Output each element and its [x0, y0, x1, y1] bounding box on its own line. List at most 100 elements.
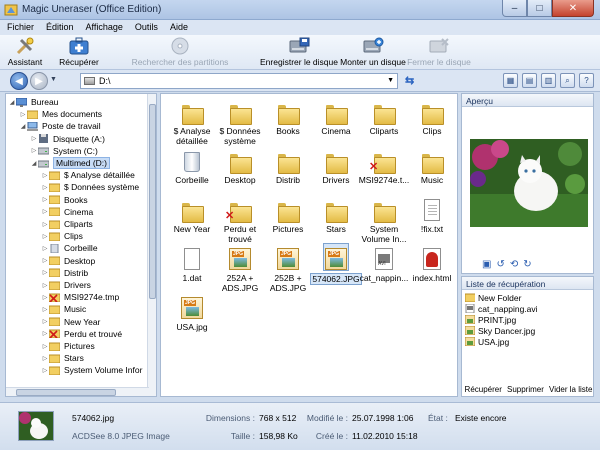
flip-icon[interactable]: ⟲ — [510, 259, 518, 270]
recover-list-button[interactable]: Récupérer — [465, 385, 502, 394]
menu-edit[interactable]: Édition — [39, 20, 79, 35]
expand-arrow-icon[interactable]: ▷ — [41, 294, 49, 301]
menu-tools[interactable]: Outils — [128, 20, 163, 35]
close-disk-button[interactable]: Fermer le disque — [407, 35, 471, 70]
path-dropdown-icon[interactable]: ▼ — [387, 77, 394, 84]
tree-horizontal-scrollbar[interactable] — [6, 387, 149, 396]
expand-arrow-icon[interactable]: ▷ — [30, 135, 38, 142]
save-disk-button[interactable]: Enregistrer le disque — [260, 35, 338, 70]
tree-item-analyse-d-taill-e[interactable]: ▷ $ Analyse détaillée — [41, 169, 135, 181]
tree-item-poste-de-travail[interactable]: ◢ Poste de travail — [19, 120, 101, 132]
file-item[interactable]: $ Analyse détaillée — [167, 97, 217, 146]
expand-arrow-icon[interactable]: ▷ — [30, 147, 38, 154]
file-item[interactable]: Desktop — [215, 146, 265, 185]
tree-item-stars[interactable]: ▷ Stars — [41, 352, 84, 364]
tree-item-system-volume-infor[interactable]: ▷ System Volume Infor — [41, 364, 143, 376]
expand-arrow-icon[interactable]: ▷ — [41, 355, 49, 362]
tree-item-corbeille[interactable]: ▷ Corbeille — [41, 242, 98, 254]
recovery-item[interactable]: Sky Dancer.jpg — [462, 325, 593, 336]
tree-item-books[interactable]: ▷ Books — [41, 194, 88, 206]
tree-item-cliparts[interactable]: ▷ Cliparts — [41, 218, 93, 230]
file-item[interactable]: JPG 252A + ADS.JPG — [215, 244, 265, 293]
tree-item-disquette-a[interactable]: ▷ Disquette (A:) — [30, 133, 105, 145]
file-item[interactable]: AVI cat_nappin... — [359, 244, 409, 283]
file-item[interactable]: ✕ MSI9274e.t... — [359, 146, 409, 185]
recover-button[interactable]: Récupérer — [54, 35, 104, 70]
rotate-left-icon[interactable]: ↺ — [496, 259, 504, 270]
tree-item-pictures[interactable]: ▷ Pictures — [41, 340, 95, 352]
file-item[interactable]: $ Données système — [215, 97, 265, 146]
menu-view[interactable]: Affichage — [79, 20, 128, 35]
file-item[interactable]: Stars — [311, 195, 361, 234]
expand-arrow-icon[interactable]: ▷ — [41, 282, 49, 289]
tree-item-clips[interactable]: ▷ Clips — [41, 230, 83, 242]
file-item[interactable]: Drivers — [311, 146, 361, 185]
expand-arrow-icon[interactable]: ▷ — [41, 367, 49, 374]
file-item[interactable]: Distrib — [263, 146, 313, 185]
tree-item-new-year[interactable]: ▷ New Year — [41, 316, 101, 328]
mount-disk-button[interactable]: Monter un disque — [340, 35, 406, 70]
file-item[interactable]: JPG 252B + ADS.JPG — [263, 244, 313, 293]
help-icon[interactable]: ? — [579, 73, 594, 88]
delete-list-button[interactable]: Supprimer — [507, 385, 544, 394]
tree-item-perdu-et-trouv[interactable]: ▷ Perdu et trouvé — [41, 328, 122, 340]
file-item[interactable]: Books — [263, 97, 313, 136]
search-partitions-button[interactable]: Rechercher des partitions — [130, 35, 230, 70]
tree-item-system-c[interactable]: ▷ System (C:) — [30, 145, 98, 157]
file-item[interactable]: System Volume In... — [359, 195, 409, 244]
recovery-item[interactable]: cat_napping.avi — [462, 303, 593, 314]
image-tools-icon[interactable]: ▣ — [482, 259, 491, 270]
tree-item-desktop[interactable]: ▷ Desktop — [41, 255, 96, 267]
tree-item-donn-es-syst-me[interactable]: ▷ $ Données système — [41, 181, 139, 193]
search-icon[interactable]: ⌕ — [560, 73, 575, 88]
close-button[interactable]: ✕ — [552, 0, 594, 17]
file-item[interactable]: Cinema — [311, 97, 361, 136]
file-item[interactable]: Music — [407, 146, 457, 185]
expand-arrow-icon[interactable]: ▷ — [41, 318, 49, 325]
file-item[interactable]: 1.dat — [167, 244, 217, 283]
expand-arrow-icon[interactable]: ▷ — [41, 343, 49, 350]
back-button[interactable]: ◀ — [10, 72, 28, 90]
clear-list-button[interactable]: Vider la liste — [549, 385, 592, 394]
file-item[interactable]: ✕ Perdu et trouvé — [215, 195, 265, 244]
tree-item-multimed-d[interactable]: ◢ Multimed (D:) — [30, 157, 111, 169]
tree-item-msi9274e-tmp[interactable]: ▷ MSI9274e.tmp — [41, 291, 120, 303]
file-item[interactable]: JPG 574062.JPG — [310, 243, 362, 285]
collapse-arrow-icon[interactable]: ◢ — [30, 160, 38, 167]
tree-item-drivers[interactable]: ▷ Drivers — [41, 279, 91, 291]
tree-item-cinema[interactable]: ▷ Cinema — [41, 206, 94, 218]
expand-arrow-icon[interactable]: ▷ — [41, 330, 49, 337]
folders-pane-icon[interactable]: ▤ — [522, 73, 537, 88]
recovery-item[interactable]: PRINT.jpg — [462, 314, 593, 325]
rotate-right-icon[interactable]: ↻ — [523, 259, 531, 270]
collapse-arrow-icon[interactable]: ◢ — [8, 99, 16, 106]
view-mode-icon[interactable]: ▦ — [503, 73, 518, 88]
tree-vertical-scrollbar[interactable] — [147, 94, 156, 396]
file-item[interactable]: index.html — [407, 244, 457, 283]
expand-arrow-icon[interactable]: ▷ — [41, 245, 49, 252]
expand-arrow-icon[interactable]: ▷ — [41, 257, 49, 264]
expand-arrow-icon[interactable]: ▷ — [41, 172, 49, 179]
expand-arrow-icon[interactable]: ▷ — [41, 306, 49, 313]
file-item[interactable]: Clips — [407, 97, 457, 136]
file-item[interactable]: New Year — [167, 195, 217, 234]
expand-arrow-icon[interactable]: ▷ — [41, 208, 49, 215]
file-item[interactable]: !fix.txt — [407, 195, 457, 234]
expand-arrow-icon[interactable]: ▷ — [41, 269, 49, 276]
path-input[interactable]: D:\ ▼ — [80, 73, 398, 89]
expand-arrow-icon[interactable]: ▷ — [41, 233, 49, 240]
minimize-button[interactable]: – — [502, 0, 527, 17]
tree-item-distrib[interactable]: ▷ Distrib — [41, 267, 88, 279]
recovery-item[interactable]: USA.jpg — [462, 336, 593, 347]
tree-item-mes-documents[interactable]: ▷ Mes documents — [19, 108, 102, 120]
menu-help[interactable]: Aide — [163, 20, 193, 35]
collapse-arrow-icon[interactable]: ◢ — [19, 123, 27, 130]
file-item[interactable]: Pictures — [263, 195, 313, 234]
expand-arrow-icon[interactable]: ▷ — [41, 221, 49, 228]
preview-pane-icon[interactable]: ▥ — [541, 73, 556, 88]
history-dropdown-icon[interactable]: ▼ — [50, 76, 57, 83]
tree-item-music[interactable]: ▷ Music — [41, 303, 87, 315]
refresh-icon[interactable]: ⇆ — [405, 74, 414, 87]
file-item[interactable]: Cliparts — [359, 97, 409, 136]
expand-arrow-icon[interactable]: ▷ — [19, 111, 27, 118]
